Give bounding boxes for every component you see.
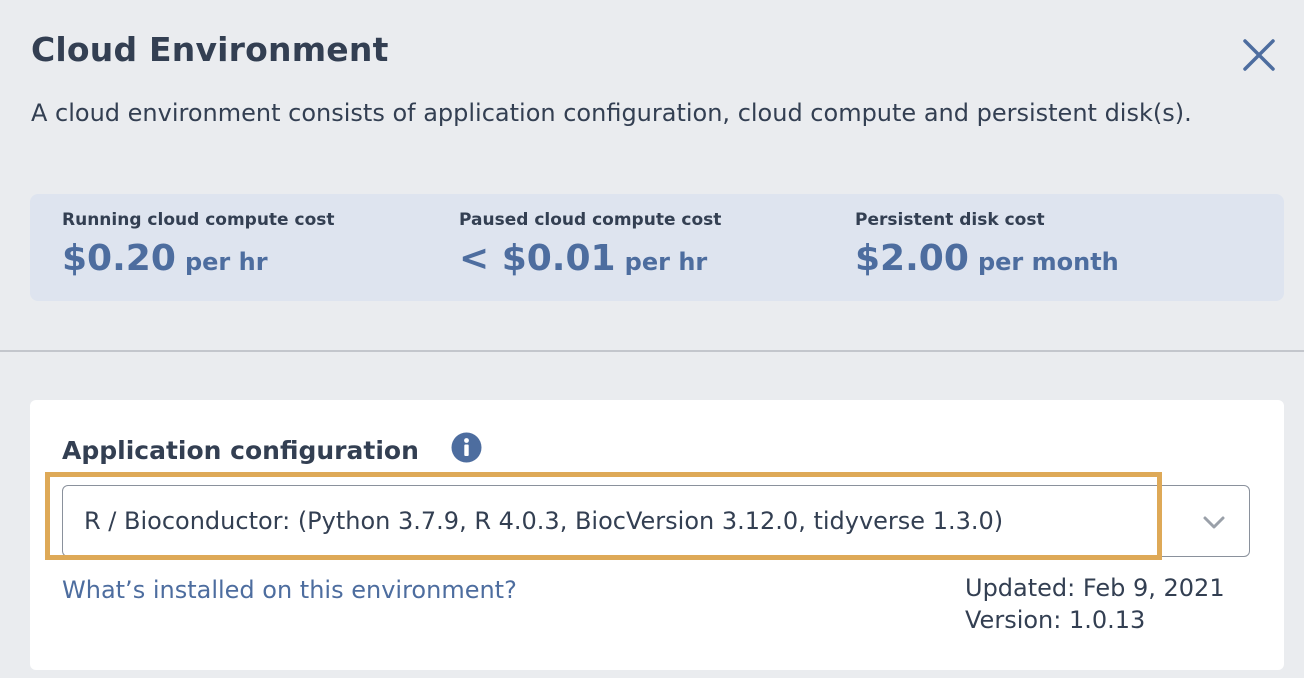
close-button[interactable] — [1236, 32, 1282, 78]
persistent-disk-cost: Persistent disk cost $2.00 per month — [855, 208, 1119, 288]
cost-amount: < $0.01 — [459, 238, 616, 279]
version-number: Version: 1.0.13 — [965, 606, 1146, 634]
cost-unit: per hr — [624, 248, 708, 276]
dialog-header: Cloud Environment A cloud environment co… — [0, 0, 1304, 351]
cost-label: Running cloud compute cost — [62, 210, 335, 230]
dialog-description: A cloud environment consists of applicat… — [31, 99, 1192, 127]
cost-summary: Running cloud compute cost $0.20 per hr … — [30, 194, 1284, 301]
application-configuration-panel: Application configuration R / Bioconduct… — [30, 400, 1284, 670]
section-divider — [0, 350, 1304, 352]
version-info: Updated: Feb 9, 2021 Version: 1.0.13 — [965, 572, 1225, 636]
cost-amount: $0.20 — [62, 238, 176, 279]
close-icon — [1243, 39, 1275, 71]
select-value: R / Bioconductor: (Python 3.7.9, R 4.0.3… — [84, 507, 1004, 535]
application-config-select[interactable]: R / Bioconductor: (Python 3.7.9, R 4.0.3… — [62, 485, 1250, 557]
whats-installed-link[interactable]: What’s installed on this environment? — [62, 572, 517, 608]
cost-label: Paused cloud compute cost — [459, 210, 722, 230]
cost-label: Persistent disk cost — [855, 210, 1045, 230]
info-icon[interactable] — [451, 432, 482, 463]
updated-date: Updated: Feb 9, 2021 — [965, 574, 1225, 602]
paused-compute-cost: Paused cloud compute cost < $0.01 per hr — [459, 208, 721, 288]
section-title: Application configuration — [62, 436, 419, 465]
chevron-down-icon[interactable] — [1201, 509, 1227, 535]
cost-unit: per month — [977, 248, 1119, 276]
cost-amount: $2.00 — [855, 238, 969, 279]
cost-unit: per hr — [184, 248, 268, 276]
dialog-title: Cloud Environment — [31, 30, 389, 69]
running-compute-cost: Running cloud compute cost $0.20 per hr — [62, 208, 335, 288]
